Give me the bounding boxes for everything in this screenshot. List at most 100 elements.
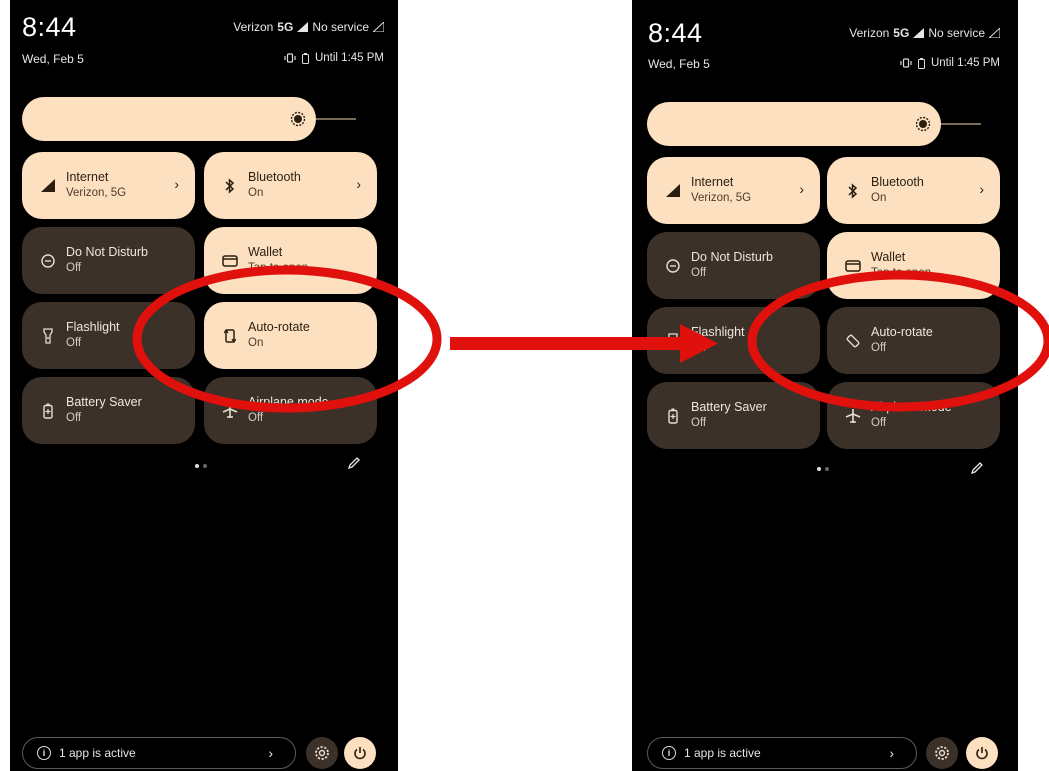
tile-auto-rotate[interactable]: Auto-rotate Off xyxy=(827,307,1000,374)
tile-subtitle: Off xyxy=(691,417,707,429)
tile-wallet[interactable]: Wallet Tap to open xyxy=(204,227,377,294)
active-apps-label: 1 app is active xyxy=(684,746,761,760)
tile-subtitle: Off xyxy=(66,262,82,274)
vibrate-icon xyxy=(284,53,296,63)
brightness-slider-fill xyxy=(22,97,316,141)
page-indicator xyxy=(817,467,829,471)
gear-icon xyxy=(935,746,949,760)
tile-auto-rotate[interactable]: Auto-rotate On xyxy=(204,302,377,369)
bluetooth-icon xyxy=(841,179,865,203)
brightness-slider[interactable] xyxy=(647,102,983,146)
tile-subtitle: Off xyxy=(691,342,707,354)
settings-button[interactable] xyxy=(926,737,958,769)
brightness-slider-track xyxy=(941,123,981,125)
no-signal-icon xyxy=(989,28,1000,38)
date: Wed, Feb 5 xyxy=(22,52,84,66)
chevron-right-icon: › xyxy=(356,176,361,192)
alarm-label: Until 1:45 PM xyxy=(930,57,1000,69)
power-icon xyxy=(976,747,988,760)
edit-pencil-icon[interactable] xyxy=(347,456,361,470)
tile-subtitle: Tap to open xyxy=(871,267,932,279)
auto-rotate-icon xyxy=(841,329,865,353)
chevron-right-icon: › xyxy=(174,176,179,192)
tile-flashlight[interactable]: Flashlight Off xyxy=(647,307,820,374)
carrier-label: Verizon xyxy=(233,20,274,34)
active-apps-button[interactable]: i 1 app is active › xyxy=(22,737,296,769)
tile-title: Wallet xyxy=(871,250,906,264)
signal-icon xyxy=(661,179,685,203)
tile-title: Battery Saver xyxy=(66,395,142,409)
tile-title: Auto-rotate xyxy=(248,320,310,334)
brightness-slider-fill xyxy=(647,102,941,146)
tile-subtitle: On xyxy=(248,187,264,199)
page-dot xyxy=(825,467,829,471)
tile-subtitle: Verizon, 5G xyxy=(691,192,752,204)
wallet-icon xyxy=(841,254,865,278)
alarm-status: Until 1:45 PM xyxy=(284,52,384,64)
page-dot xyxy=(203,464,207,468)
signal-icon xyxy=(297,22,309,32)
vibrate-icon xyxy=(900,58,912,68)
clock: 8:44 xyxy=(648,18,703,48)
tile-do-not-disturb[interactable]: Do Not Disturb Off xyxy=(647,232,820,299)
tile-wallet[interactable]: Wallet Tap to open xyxy=(827,232,1000,299)
tile-title: Bluetooth xyxy=(248,170,301,184)
chevron-right-icon: › xyxy=(979,181,984,197)
tile-airplane-mode[interactable]: Airplane mode Off xyxy=(827,382,1000,449)
tile-subtitle: On xyxy=(871,192,887,204)
network-type: 5G xyxy=(277,20,294,34)
gear-icon xyxy=(315,746,329,760)
tile-subtitle: Off xyxy=(691,267,707,279)
tile-title: Airplane mode xyxy=(871,400,952,414)
power-button[interactable] xyxy=(344,737,376,769)
tile-internet[interactable]: Internet Verizon, 5G › xyxy=(647,157,820,224)
service-label: No service xyxy=(312,20,369,34)
tile-internet[interactable]: Internet Verizon, 5G › xyxy=(22,152,195,219)
info-icon: i xyxy=(662,746,676,760)
tile-title: Do Not Disturb xyxy=(691,250,773,264)
signal-icon xyxy=(36,174,60,198)
carrier-label: Verizon xyxy=(849,26,890,40)
tile-subtitle: Verizon, 5G xyxy=(66,187,127,199)
tile-flashlight[interactable]: Flashlight Off xyxy=(22,302,195,369)
brightness-icon xyxy=(915,116,931,132)
tile-subtitle: Off xyxy=(871,417,887,429)
quick-settings-panel-before: 8:44 Wed, Feb 5 Verizon 5G No service Un… xyxy=(10,0,398,771)
tile-bluetooth[interactable]: Bluetooth On › xyxy=(204,152,377,219)
tile-do-not-disturb[interactable]: Do Not Disturb Off xyxy=(22,227,195,294)
tile-subtitle: Off xyxy=(66,337,82,349)
settings-button[interactable] xyxy=(306,737,338,769)
tile-title: Wallet xyxy=(248,245,283,259)
tile-subtitle: Off xyxy=(66,412,82,424)
flashlight-icon xyxy=(661,329,685,353)
battery-icon xyxy=(301,52,309,64)
tile-subtitle: On xyxy=(248,337,264,349)
wallet-icon xyxy=(218,249,242,273)
brightness-slider-track xyxy=(316,118,356,120)
page-dot-active xyxy=(817,467,821,471)
tile-subtitle: Off xyxy=(871,342,887,354)
tile-airplane-mode[interactable]: Airplane mode Off xyxy=(204,377,377,444)
power-button[interactable] xyxy=(966,737,998,769)
tile-title: Internet xyxy=(691,175,734,189)
tile-bluetooth[interactable]: Bluetooth On › xyxy=(827,157,1000,224)
active-apps-label: 1 app is active xyxy=(59,746,136,760)
service-label: No service xyxy=(928,26,985,40)
page-indicator xyxy=(195,464,207,468)
chevron-right-icon: › xyxy=(268,745,273,761)
edit-pencil-icon[interactable] xyxy=(970,461,984,475)
brightness-slider[interactable] xyxy=(22,97,358,141)
page-dot-active xyxy=(195,464,199,468)
do-not-disturb-icon xyxy=(661,254,685,278)
quick-settings-panel-after: 8:44 Wed, Feb 5 Verizon 5G No service Un… xyxy=(632,0,1018,771)
tile-title: Flashlight xyxy=(66,320,120,334)
alarm-status: Until 1:45 PM xyxy=(900,57,1000,69)
bluetooth-icon xyxy=(218,174,242,198)
tile-battery-saver[interactable]: Battery Saver Off xyxy=(647,382,820,449)
airplane-icon xyxy=(218,399,242,423)
tile-battery-saver[interactable]: Battery Saver Off xyxy=(22,377,195,444)
tile-title: Flashlight xyxy=(691,325,745,339)
battery-saver-icon xyxy=(36,399,60,423)
active-apps-button[interactable]: i 1 app is active › xyxy=(647,737,917,769)
date: Wed, Feb 5 xyxy=(648,57,710,71)
